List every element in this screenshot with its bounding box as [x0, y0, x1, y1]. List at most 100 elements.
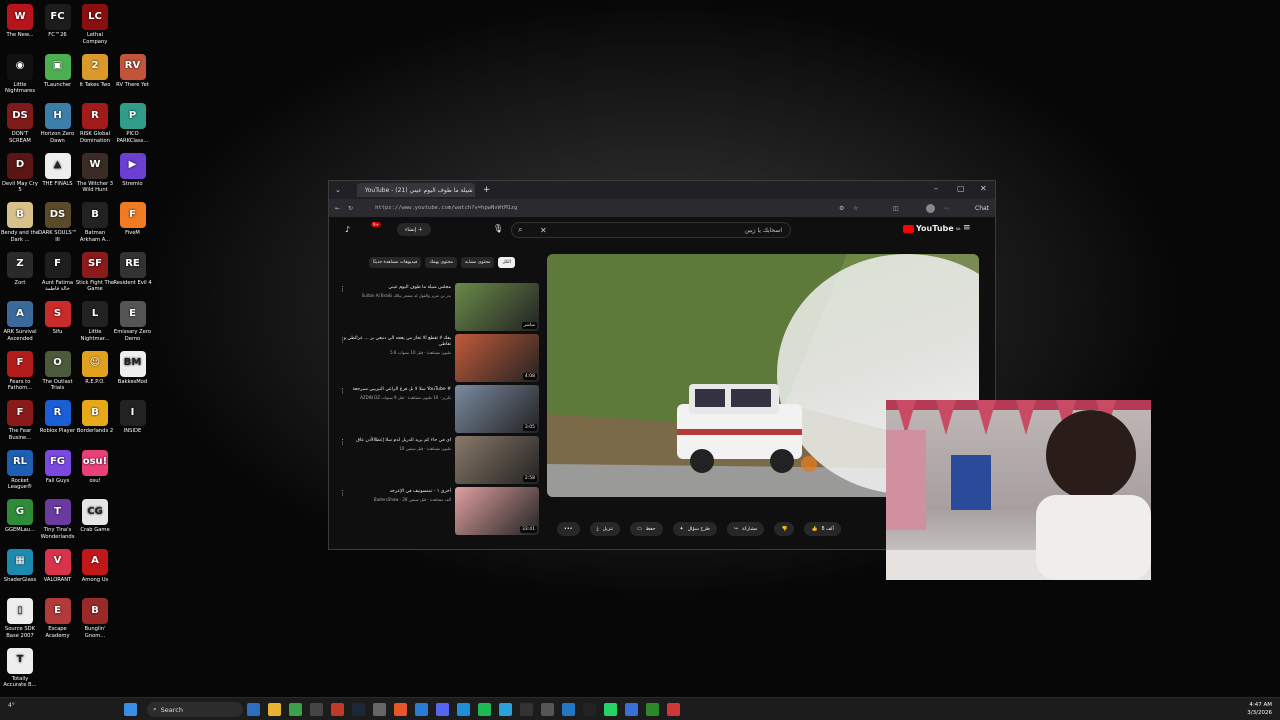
desktop-icon[interactable]: F FiveM: [113, 202, 153, 237]
desktop-icon[interactable]: T Tiny Tina's Wonderlands: [38, 499, 78, 540]
back-icon[interactable]: ←: [335, 205, 340, 212]
taskbar-app-telegram[interactable]: [499, 703, 512, 716]
desktop-icon[interactable]: DS DARK SOULS™ III: [38, 202, 78, 243]
desktop-icon[interactable]: V VALORANT: [38, 548, 78, 584]
taskbar-app-brave[interactable]: [394, 703, 407, 716]
desktop-icon[interactable]: ◉ Little Nightmares: [0, 53, 40, 95]
taskbar-app-whatsapp[interactable]: [604, 703, 617, 716]
taskbar-app-settings[interactable]: [373, 703, 386, 716]
desktop-icon[interactable]: ▦ ShaderGlass: [0, 548, 40, 584]
chip-related[interactable]: محتوى مشابه: [460, 257, 495, 268]
desktop-icon[interactable]: 2 It Takes Two: [75, 53, 115, 89]
desktop-icon[interactable]: FG Fall Guys: [38, 449, 78, 485]
taskbar-search-input[interactable]: Search: [161, 706, 183, 714]
desktop-icon[interactable]: F Aunt Fatima خالة فاطمة: [38, 251, 78, 293]
search-box[interactable]: ⌕ ✕ اسحابك يا زيبن: [511, 222, 791, 238]
close-button[interactable]: ✕: [980, 184, 987, 193]
clear-search-icon[interactable]: ✕: [540, 226, 547, 235]
taskbar-app-media[interactable]: [331, 703, 344, 716]
video-thumbnail[interactable]: 2:58: [455, 436, 539, 484]
taskbar-app-edge[interactable]: [457, 703, 470, 716]
copilot-chat-button[interactable]: Chat: [975, 205, 989, 212]
taskbar-app-terminal[interactable]: [310, 703, 323, 716]
desktop-icon[interactable]: A ARK Survival Ascended: [0, 301, 40, 342]
video-thumbnail[interactable]: 33:41: [455, 487, 539, 535]
desktop-icon[interactable]: P PICO PARKClass...: [113, 103, 153, 144]
more-actions-button[interactable]: •••: [557, 522, 580, 536]
profile-avatar[interactable]: [926, 203, 935, 213]
desktop-icon[interactable]: Z Zort: [0, 251, 40, 287]
video-title[interactable]: سلا لا بل فرغ الراعي التيرييي سيرجعة You…: [341, 387, 451, 401]
ask-button[interactable]: ✦ طرح سؤال: [672, 522, 717, 536]
recommendation-item[interactable]: ⋮ 4:08 يفك لا تقطع الا تخاز من يعجه الي دن…: [339, 334, 539, 384]
search-input[interactable]: اسحابك يا زيبن: [745, 227, 782, 234]
recommendation-item[interactable]: ⋮ 33:41 أخرى ١ - تمنسونيف في الإعرجد Baders…: [339, 487, 539, 537]
desktop-icon[interactable]: E Escape Academy: [38, 598, 78, 639]
menu-dots-icon[interactable]: ⋯: [943, 205, 949, 212]
create-button[interactable]: إنشاء ＋: [397, 223, 431, 236]
favorite-icon[interactable]: ☆: [853, 205, 858, 212]
share-button[interactable]: ↪ مشاركة: [726, 522, 765, 536]
taskbar-search[interactable]: ⌕ Search: [147, 702, 243, 717]
desktop-icon[interactable]: O The Outlast Trials: [38, 350, 78, 392]
desktop-icon[interactable]: B Batman Arkham A...: [75, 202, 115, 243]
desktop-icon[interactable]: D Devil May Cry 5: [0, 152, 40, 194]
taskbar-app-photos[interactable]: [625, 703, 638, 716]
recommendation-item[interactable]: ⋮ 3:05 سلا لا بل فرغ الراعي التيرييي سيرجع…: [339, 385, 539, 435]
refresh-icon[interactable]: ↻: [348, 205, 353, 212]
chip-for-you[interactable]: محتوى يهمك: [425, 257, 457, 268]
desktop-icon[interactable]: ▲ THE FINALS: [38, 152, 78, 188]
taskbar-app-capcut[interactable]: [583, 703, 596, 716]
tab-youtube[interactable]: YouTube - (21) شيلة ما طوف اليوم عيني ✕: [356, 183, 475, 197]
desktop-icon[interactable]: FC FC™26: [38, 4, 78, 39]
download-button[interactable]: ⤓ تنزيل: [589, 522, 621, 536]
desktop-icon[interactable]: L Little Nightmar...: [75, 301, 115, 342]
collections-icon[interactable]: ◫: [893, 205, 899, 212]
desktop-icon[interactable]: W The Witcher 3 Wild Hunt: [75, 152, 115, 194]
taskbar-app-discord[interactable]: [436, 703, 449, 716]
desktop-icon[interactable]: F Fears to Fathom...: [0, 350, 40, 392]
desktop-icon[interactable]: B Borderlands 2: [75, 400, 115, 435]
desktop-icon[interactable]: E Emissary Zero Demo: [113, 301, 153, 342]
video-title[interactable]: اي في جاء كم بريد الدريل لدم سلا إعطاالأ…: [341, 438, 451, 452]
desktop-icon[interactable]: RL Rocket League®: [0, 449, 40, 491]
desktop-icon[interactable]: S Sifu: [38, 301, 78, 336]
taskbar-app-spotify[interactable]: [478, 703, 491, 716]
desktop-icon[interactable]: ▯ Source SDK Base 2007: [0, 598, 40, 639]
guide-menu-icon[interactable]: ≡: [963, 223, 971, 233]
dislike-button[interactable]: 👎: [774, 522, 795, 536]
taskbar-app-explorer[interactable]: [268, 703, 281, 716]
voice-search-icon[interactable]: 🎙: [493, 224, 503, 233]
chip-all[interactable]: الكل: [498, 257, 515, 268]
like-button[interactable]: 👍 8 ألف: [804, 522, 841, 536]
tab-search-icon[interactable]: ⌄: [335, 186, 341, 194]
recommendation-item[interactable]: ⋮ 2:58 اي في جاء كم بريد الدريل لدم سلا إع…: [339, 436, 539, 486]
desktop-icon[interactable]: ▶ Stremio: [113, 152, 153, 188]
desktop-icon[interactable]: osu! osu!: [75, 449, 115, 485]
taskbar-app-widgets[interactable]: [247, 703, 260, 716]
youtube-logo[interactable]: YouTube SA: [903, 224, 960, 233]
weather-widget[interactable]: 4°: [8, 702, 15, 709]
chip-recent[interactable]: فيديوهات مشاهدة حديثًا: [369, 257, 422, 268]
video-title[interactable]: يفك لا تقطع الا تخاز من يعجه الي دنيعي ب…: [341, 336, 451, 356]
video-thumbnail[interactable]: 3:05: [455, 385, 539, 433]
video-thumbnail[interactable]: 4:08: [455, 334, 539, 382]
taskbar-app-steam[interactable]: [352, 703, 365, 716]
save-button[interactable]: ▭ حفظ: [630, 522, 663, 536]
video-title[interactable]: أخرى ١ - تمنسونيف في الإعرجد BadersShow ·…: [341, 489, 451, 503]
system-clock[interactable]: 4:47 AM 3/3/2026: [1247, 701, 1272, 717]
desktop-icon[interactable]: R Roblox Player: [38, 400, 78, 435]
taskbar-app-xbox[interactable]: [646, 703, 659, 716]
video-thumbnail[interactable]: مباشر: [455, 283, 539, 331]
minimize-button[interactable]: –: [934, 184, 938, 193]
new-tab-button[interactable]: +: [483, 185, 491, 195]
desktop-icon[interactable]: T Totally Accurate B...: [0, 647, 40, 689]
desktop-icon[interactable]: RE Resident Evil 4: [113, 251, 153, 287]
taskbar-app-obs[interactable]: [520, 703, 533, 716]
taskbar-app-mail[interactable]: [415, 703, 428, 716]
desktop-icon[interactable]: ☺ R.E.P.O.: [75, 350, 115, 386]
desktop-icon[interactable]: A Among Us: [75, 548, 115, 584]
desktop-icon[interactable]: W The New...: [0, 4, 40, 39]
desktop-icon[interactable]: CG Crab Game: [75, 499, 115, 534]
desktop-icon[interactable]: DS DON'T SCREAM: [0, 103, 40, 144]
